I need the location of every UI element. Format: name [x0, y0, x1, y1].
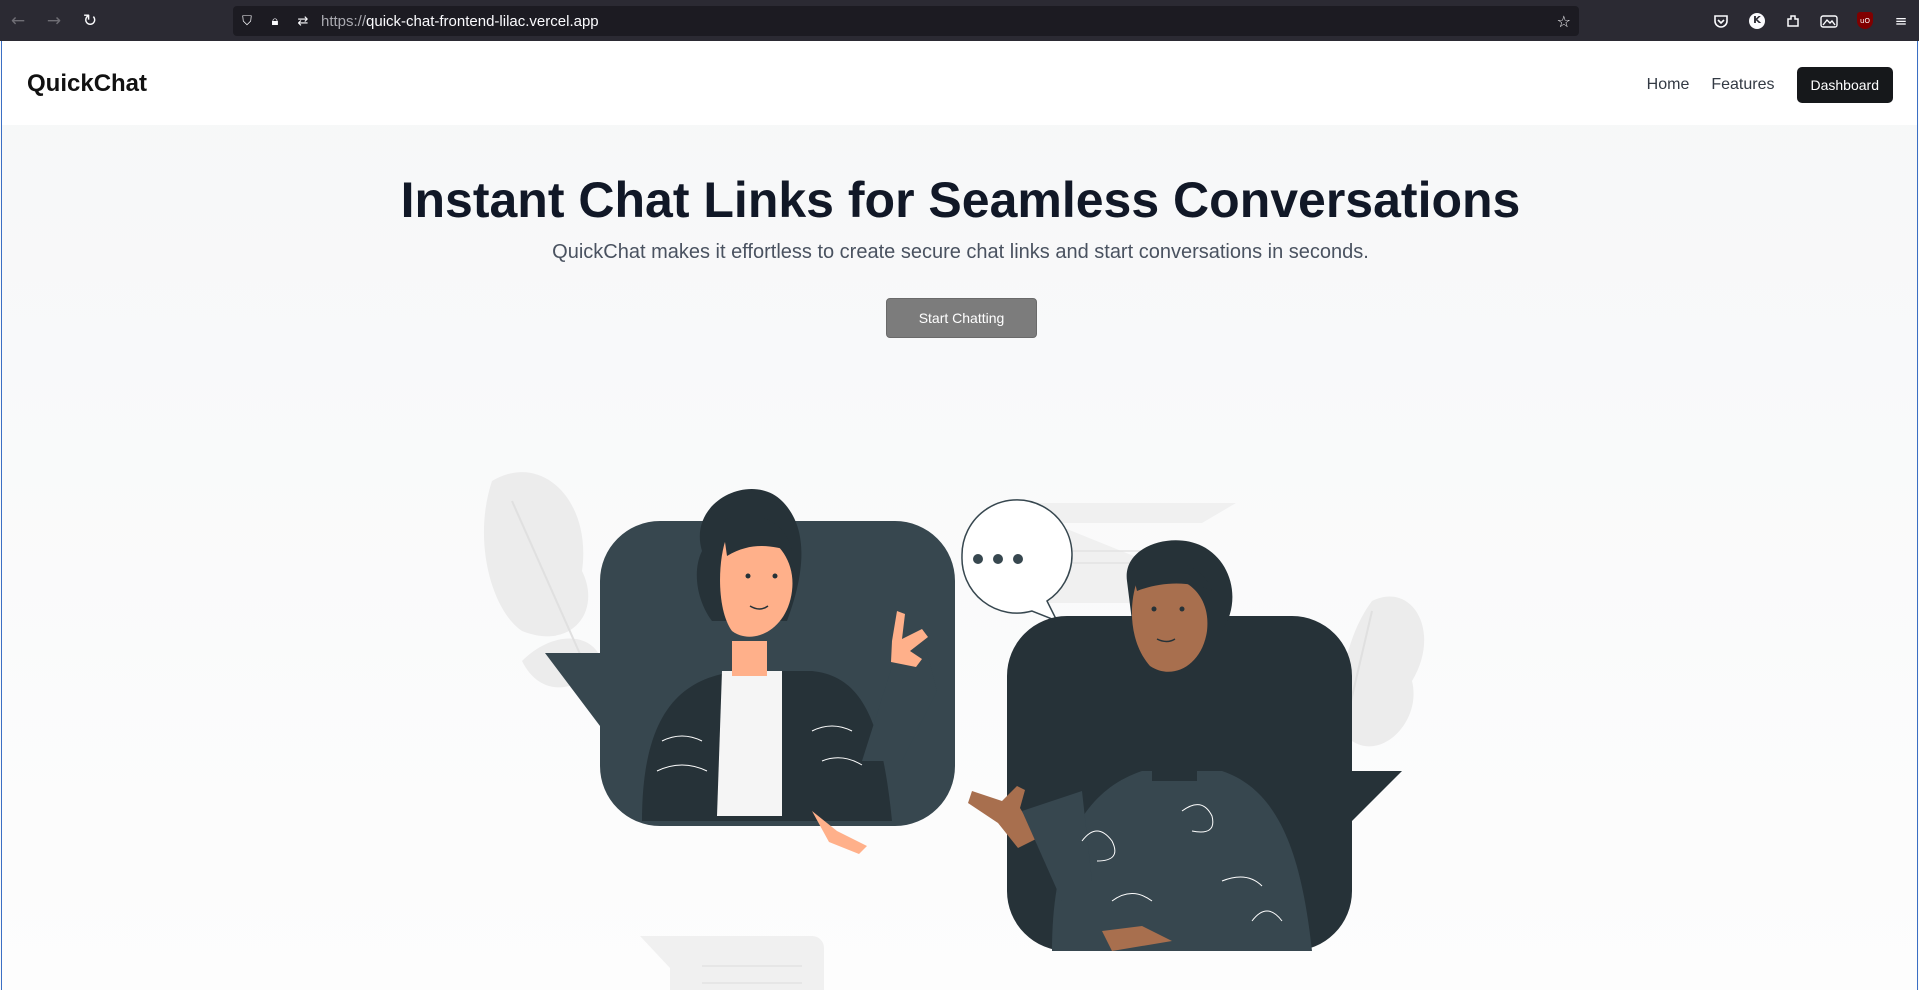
site-header: QuickChat Home Features Dashboard — [2, 41, 1917, 125]
extension-cloud-icon[interactable] — [1811, 0, 1847, 41]
permissions-icon[interactable]: ⇄ — [289, 14, 317, 29]
url-protocol: https:// — [321, 12, 367, 30]
dashboard-button[interactable]: Dashboard — [1796, 67, 1893, 103]
faded-bubble-bottom — [640, 936, 824, 990]
hero-title: Instant Chat Links for Seamless Conversa… — [400, 172, 1521, 228]
main-nav: Home Features Dashboard — [1647, 67, 1893, 103]
browser-toolbar: ← → ↻ ⛉ 🔒︎ ⇄ https://quick-chat-frontend… — [0, 0, 1919, 41]
account-avatar[interactable]: K — [1739, 0, 1775, 41]
back-button[interactable]: ← — [0, 0, 36, 41]
brand-logo[interactable]: QuickChat — [27, 70, 147, 98]
url-host: quick-chat-frontend-lilac.vercel.app — [366, 12, 599, 30]
forward-button[interactable]: → — [36, 0, 72, 41]
hero-subtitle: QuickChat makes it effortless to create … — [552, 241, 1369, 263]
start-chatting-button[interactable]: Start Chatting — [886, 298, 1037, 338]
menu-icon[interactable]: ≡ — [1883, 0, 1919, 41]
arrow-right-icon: → — [46, 10, 62, 31]
toolbar-actions: K uO ≡ — [1703, 0, 1919, 41]
pocket-icon[interactable] — [1703, 0, 1739, 41]
ublock-icon[interactable]: uO — [1847, 0, 1883, 41]
extensions-icon[interactable] — [1775, 0, 1811, 41]
page: QuickChat Home Features Dashboard Instan… — [1, 41, 1918, 990]
lock-icon[interactable]: 🔒︎ — [261, 14, 289, 29]
reload-icon: ↻ — [82, 10, 98, 31]
chat-illustration — [483, 472, 1425, 990]
url-text[interactable]: https://quick-chat-frontend-lilac.vercel… — [321, 13, 599, 30]
nav-features[interactable]: Features — [1711, 76, 1774, 94]
address-bar[interactable]: ⛉ 🔒︎ ⇄ https://quick-chat-frontend-lilac… — [233, 6, 1579, 36]
arrow-left-icon: ← — [10, 10, 26, 31]
woman-card — [545, 489, 955, 854]
shield-icon[interactable]: ⛉ — [233, 14, 261, 29]
bookmark-star-icon[interactable]: ☆ — [1557, 12, 1571, 31]
nav-home[interactable]: Home — [1647, 76, 1690, 94]
reload-button[interactable]: ↻ — [72, 0, 108, 41]
